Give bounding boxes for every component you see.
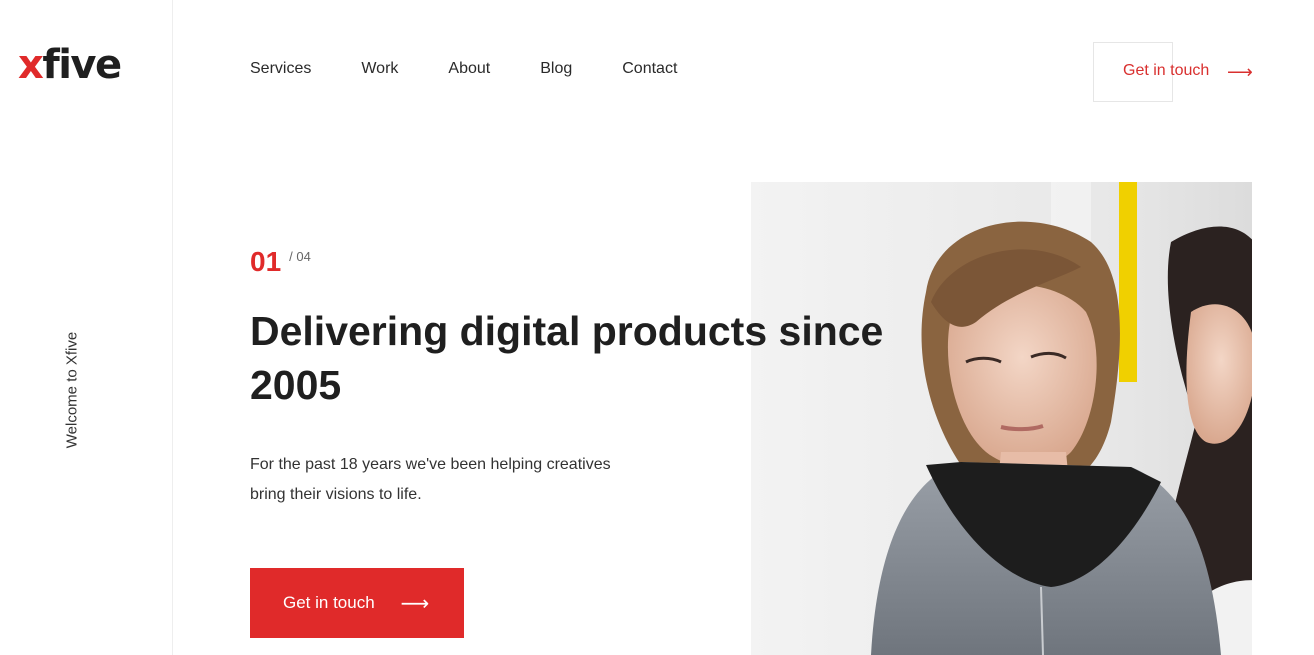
hero-cta-label: Get in touch xyxy=(283,593,375,612)
slide-current: 01 xyxy=(250,246,282,277)
welcome-label: Welcome to Xfive xyxy=(63,331,81,449)
hero-subtext: For the past 18 years we've been helping… xyxy=(250,456,611,503)
hero-get-in-touch-button[interactable]: Get in touch ⟶ xyxy=(250,568,464,638)
xfive-logo[interactable]: xfive xyxy=(18,42,122,88)
page: xfive Welcome to Xfive Services Work Abo… xyxy=(0,0,1314,655)
logo-x: x xyxy=(18,42,44,88)
logo-rest: five xyxy=(42,42,122,88)
main-nav: Services Work About Blog Contact xyxy=(250,59,727,79)
hero-photo xyxy=(751,182,1252,655)
nav-about[interactable]: About xyxy=(448,59,490,79)
slide-counter: 01 / 04 xyxy=(250,245,311,279)
nav-services[interactable]: Services xyxy=(250,59,311,79)
nav-work[interactable]: Work xyxy=(361,59,398,79)
left-rail: xfive Welcome to Xfive xyxy=(0,0,173,655)
nav-contact[interactable]: Contact xyxy=(622,59,677,79)
arrow-right-icon: ⟶ xyxy=(400,592,430,615)
header-get-in-touch-button[interactable]: Get in touch ⟶ xyxy=(1093,42,1263,102)
hero-headline: Delivering digital products since 2005 xyxy=(250,308,884,408)
nav-blog[interactable]: Blog xyxy=(540,59,572,79)
arrow-right-icon: ⟶ xyxy=(1227,62,1253,82)
header-cta-label: Get in touch xyxy=(1123,62,1210,79)
slide-total: / 04 xyxy=(289,249,311,264)
